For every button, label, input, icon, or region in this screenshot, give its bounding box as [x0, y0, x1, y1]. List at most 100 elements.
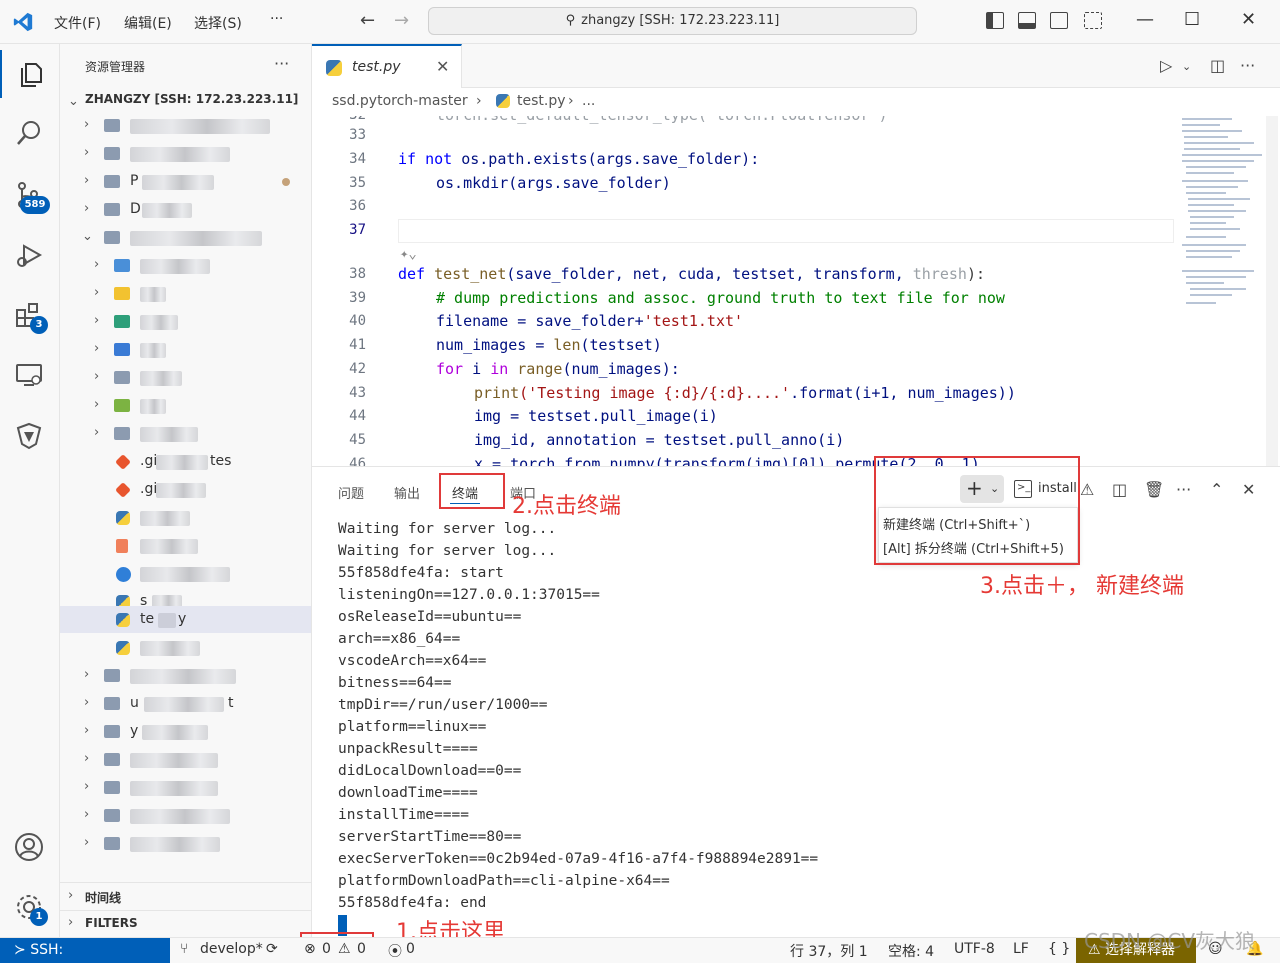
split-terminal-icon[interactable]: ◫ [1112, 480, 1127, 499]
chevron-down-icon[interactable]: ⌄ [1182, 60, 1191, 73]
customize-layout-icon[interactable] [1084, 12, 1102, 29]
workspace-root[interactable]: ZHANGZY [SSH: 172.23.223.11] [85, 92, 298, 106]
timeline-section-header[interactable]: 时间线 [85, 889, 121, 906]
end-of-line[interactable]: LF [1013, 941, 1029, 957]
tree-item-expanded[interactable]: ⌄ [60, 224, 311, 251]
tree-item[interactable]: › [60, 252, 311, 279]
ports-count[interactable]: 0 [406, 941, 415, 957]
redacted-name [144, 697, 224, 712]
git-branch[interactable]: develop* [200, 941, 263, 957]
command-center-search[interactable]: ⚲ zhangzy [SSH: 172.23.223.11] [428, 7, 917, 35]
redacted-name [140, 343, 166, 358]
close-tab-icon[interactable]: ✕ [436, 57, 449, 76]
minimize-icon[interactable]: — [1136, 9, 1154, 30]
error-count[interactable]: 0 [322, 941, 331, 957]
remote-explorer-tab[interactable] [0, 350, 60, 398]
warning-count[interactable]: 0 [357, 941, 366, 957]
more-actions-icon[interactable]: ··· [1240, 56, 1255, 75]
source-control-tab[interactable]: 589 [0, 170, 60, 218]
menu-edit[interactable]: 编辑(E) [124, 13, 172, 33]
manage-tab[interactable]: 1 [0, 882, 60, 930]
breadcrumb-more[interactable]: ... [582, 93, 595, 109]
menu-select[interactable]: 选择(S) [194, 13, 242, 33]
tree-item[interactable]: › y [60, 718, 311, 745]
split-editor-icon[interactable]: ◫ [1210, 56, 1225, 75]
close-window-icon[interactable]: ✕ [1241, 9, 1256, 30]
python-file-icon [326, 60, 342, 76]
explorer-more-button[interactable]: ··· [274, 54, 289, 73]
tree-item[interactable]: › [60, 392, 311, 419]
tree-item[interactable]: › u t [60, 690, 311, 717]
chevron-right-icon[interactable]: › [68, 888, 73, 903]
close-panel-icon[interactable]: ✕ [1242, 480, 1255, 499]
chevron-down-icon[interactable]: ⌄ [68, 94, 79, 109]
maximize-panel-icon[interactable]: ⌃ [1210, 480, 1223, 499]
ports-icon[interactable]: ⦿ [388, 941, 402, 961]
run-file-icon[interactable]: ▷ [1160, 56, 1172, 75]
error-icon[interactable]: ⊗ [304, 941, 316, 957]
tree-item[interactable]: › D [60, 196, 311, 223]
code-editor[interactable]: 32 torch.set_default_tensor_type('torch.F… [312, 116, 1280, 466]
cursor-position[interactable]: 行 37，列 1 [790, 941, 868, 961]
toggle-sidebar-icon[interactable] [986, 12, 1004, 29]
codelens-sparkle-icon[interactable]: ✦⌄ [400, 246, 417, 262]
tree-item-selected[interactable]: te y [60, 606, 311, 633]
tree-item[interactable]: › [60, 364, 311, 391]
menu-more-button[interactable]: ··· [270, 11, 283, 27]
tree-item[interactable] [60, 634, 311, 661]
trash-icon[interactable]: 🗑 [1144, 480, 1164, 499]
editor-scrollbar[interactable] [1266, 116, 1278, 466]
tree-item[interactable]: .gi tes [60, 448, 311, 475]
tab-output[interactable]: 输出 [394, 483, 420, 502]
forward-arrow-icon[interactable]: → [394, 10, 409, 31]
back-arrow-icon[interactable]: ← [360, 10, 375, 31]
breadcrumb-folder[interactable]: ssd.pytorch-master [332, 93, 468, 109]
accounts-tab[interactable] [0, 822, 60, 870]
line-number: 38 [349, 266, 366, 282]
tree-item[interactable]: › [60, 112, 311, 139]
language-mode[interactable]: { } [1048, 941, 1070, 957]
tree-item[interactable]: › [60, 280, 311, 307]
sync-icon[interactable]: ⟳ [266, 941, 278, 957]
tree-item[interactable]: .gi [60, 476, 311, 503]
breadcrumb-file[interactable]: test.py [517, 93, 566, 109]
explorer-tab[interactable] [0, 50, 60, 98]
tree-item[interactable]: › [60, 830, 311, 857]
tree-item[interactable]: › [60, 140, 311, 167]
tree-item[interactable] [60, 560, 311, 587]
warning-icon[interactable]: ⚠ [338, 941, 351, 957]
warning-icon[interactable]: ⚠ [1080, 480, 1094, 499]
tree-item[interactable]: › [60, 420, 311, 447]
tree-item[interactable] [60, 504, 311, 531]
tree-item[interactable]: › [60, 662, 311, 689]
indentation[interactable]: 空格: 4 [888, 941, 934, 961]
tree-item[interactable]: › [60, 802, 311, 829]
run-debug-tab[interactable] [0, 230, 60, 278]
toggle-panel-icon[interactable] [1018, 12, 1036, 29]
more-actions-icon[interactable]: ··· [1176, 480, 1191, 499]
tree-item[interactable] [60, 532, 311, 559]
filters-section-header[interactable]: FILTERS [85, 916, 138, 930]
tree-label: te [140, 611, 155, 627]
menu-file[interactable]: 文件(F) [54, 13, 101, 33]
extensions-tab[interactable]: 3 [0, 290, 60, 338]
tree-item[interactable]: › [60, 774, 311, 801]
search-tab[interactable] [0, 108, 60, 156]
chevron-right-icon[interactable]: › [68, 915, 73, 930]
line-number: 37 [349, 222, 366, 238]
remote-indicator[interactable]: ≻ SSH: 172.23.223.11 [0, 938, 170, 963]
encoding[interactable]: UTF-8 [954, 941, 995, 957]
tree-item[interactable]: › [60, 746, 311, 773]
tab-problems[interactable]: 问题 [338, 483, 364, 502]
minimap[interactable] [1178, 116, 1274, 316]
tab-test-py[interactable]: test.py ✕ [312, 44, 462, 88]
remote-label: SSH: 172.23.223.11 [30, 942, 64, 958]
code-line: 43 print('Testing image {:d}/{:d}....'.fo… [312, 382, 1172, 406]
maximize-icon[interactable]: ☐ [1184, 9, 1200, 30]
tree-item[interactable]: › [60, 308, 311, 335]
extension-view-tab[interactable] [0, 410, 60, 458]
tree-item[interactable]: › P [60, 168, 311, 195]
toggle-secondary-sidebar-icon[interactable] [1050, 12, 1068, 29]
tree-item[interactable]: › [60, 336, 311, 363]
chevron-right-icon: › [94, 369, 100, 384]
